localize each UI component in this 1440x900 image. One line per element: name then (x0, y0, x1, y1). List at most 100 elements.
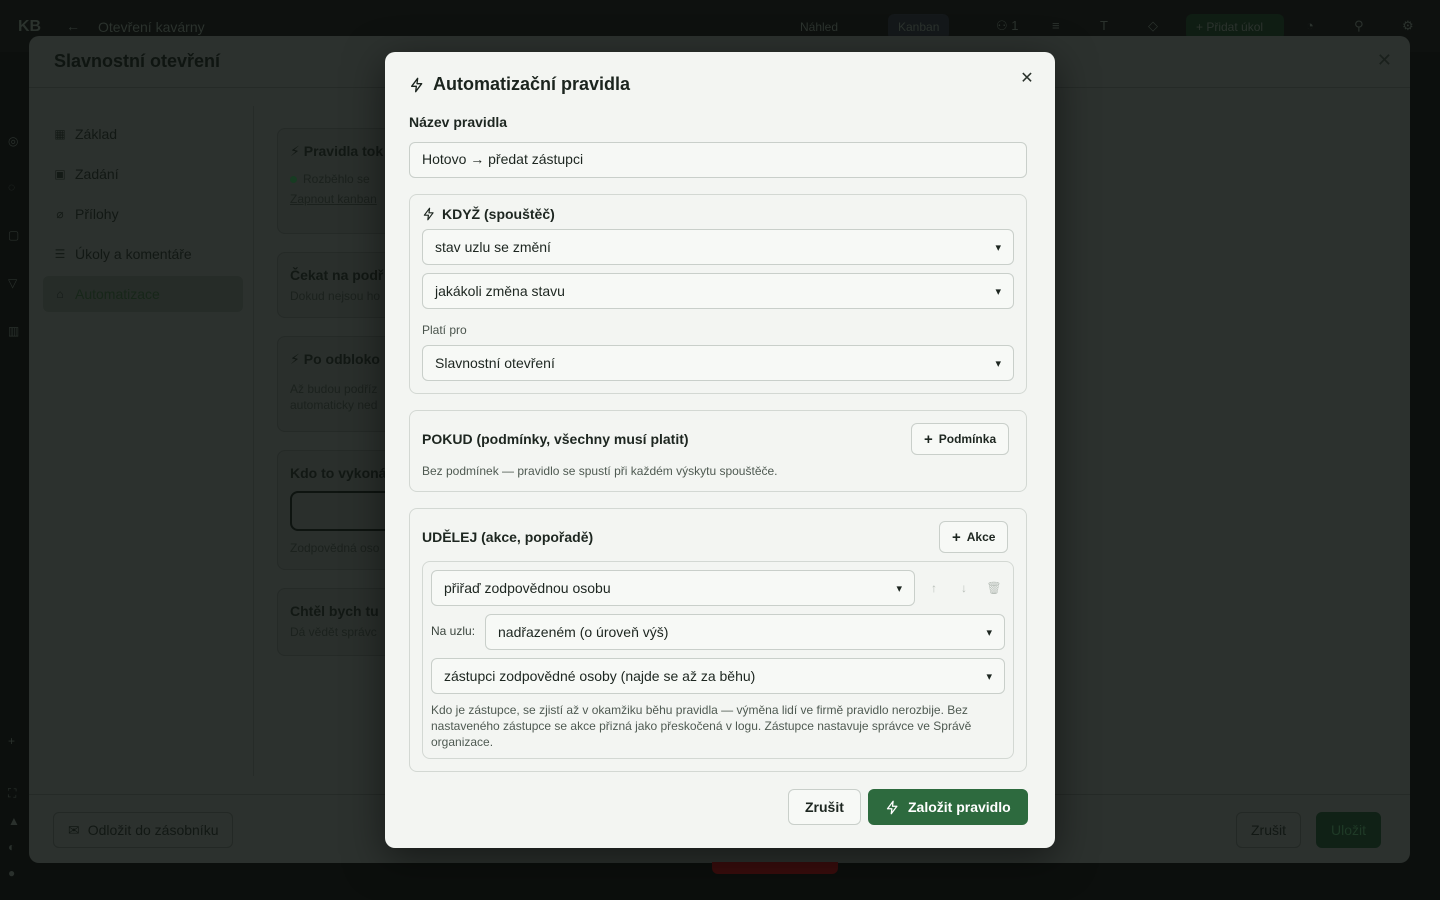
card-subtitle: automaticky ned (290, 398, 378, 412)
node-label: Na uzlu: (431, 624, 476, 638)
nav-item-automatizace[interactable]: ⌂ Automatizace (43, 276, 243, 312)
background-badge (712, 862, 838, 874)
chevron-down-icon: ▾ (995, 241, 1001, 254)
nav-item-zadani[interactable]: ▣ Zadání (43, 156, 243, 192)
applies-to-select[interactable]: Slavnostní otevření ▾ (422, 345, 1014, 381)
card-subtitle: Dá vědět správc (290, 625, 377, 639)
strip-icon-4[interactable]: ▽ (8, 276, 17, 290)
card-subtitle: Až budou podříz (290, 382, 378, 396)
cancel-button[interactable]: Zrušit (788, 789, 861, 825)
create-rule-button[interactable]: Založit pravidlo (868, 789, 1028, 825)
arrow-up-icon[interactable]: ↑ (926, 580, 942, 596)
trigger-heading: KDYŽ (spouštěč) (422, 206, 555, 222)
assignee-field[interactable] (290, 491, 396, 531)
add-action-button[interactable]: + Akce (939, 521, 1009, 553)
chevron-down-icon: ▾ (995, 357, 1001, 370)
user-icon[interactable]: ⚲ (1354, 18, 1364, 34)
card-title: Chtěl bych tu (290, 603, 379, 619)
nav-item-ukoly[interactable]: ☰ Úkoly a komentáře (43, 236, 243, 272)
actions-section: UDĚLEJ (akce, popořadě) + Akce přiřaď zo… (409, 508, 1027, 772)
arrow-down-icon[interactable]: ↓ (956, 580, 972, 596)
close-dialog-button[interactable]: ✕ (1015, 66, 1039, 90)
trash-icon[interactable]: 🗑 (986, 580, 1002, 596)
conditions-section: POKUD (podmínky, všechny musí platit) + … (409, 410, 1027, 492)
action-card: přiřaď zodpovědnou osobu ▾ ↑ ↓ 🗑 Na uzlu… (422, 561, 1014, 759)
automation-rules-dialog: Automatizační pravidla ✕ Název pravidla … (385, 52, 1055, 848)
list-icon: ☰ (54, 247, 66, 261)
node-title: Slavnostní otevření (54, 51, 221, 71)
bell-icon[interactable]: ◔ (1306, 18, 1314, 33)
strip-icon-7[interactable]: ▲ (8, 814, 20, 828)
applies-to-label: Platí pro (422, 323, 467, 337)
rule-name-input[interactable]: Hotovo → předat zástupci (409, 142, 1027, 178)
strip-icon-1[interactable]: ◎ (8, 134, 18, 148)
settings-icon[interactable]: ⚙ (1402, 18, 1414, 34)
rule-card[interactable]: ⚡ Po odbloko Až budou podříz automaticky… (277, 336, 397, 432)
nav-item-prilohy[interactable]: ⌀ Přílohy (43, 196, 243, 232)
actions-heading: UDĚLEJ (akce, popořadě) (422, 529, 594, 545)
card-title: Kdo to vykoná (290, 465, 387, 481)
chevron-down-icon: ▾ (986, 670, 992, 683)
card-status: Rozběhlo se (290, 172, 384, 186)
nav-divider (253, 106, 254, 776)
rule-card[interactable]: Chtěl bych tu Dá vědět správc (277, 588, 397, 656)
nav-item-label: Základ (75, 126, 118, 142)
strip-icon-6[interactable]: ⛶ (8, 786, 16, 801)
robot-icon: ⌂ (56, 287, 64, 301)
strip-icon-2[interactable]: ◌ (8, 180, 15, 194)
strip-icon-5[interactable]: ▥ (8, 324, 19, 338)
strip-icon-3[interactable]: ▢ (8, 228, 19, 242)
arrow-left-icon[interactable]: ← (66, 18, 80, 34)
menu-icon[interactable]: ≡ (1052, 18, 1060, 33)
lightning-icon (886, 800, 898, 814)
card-title: Čekat na podř (290, 267, 384, 283)
strip-icon-8[interactable]: ◐ (8, 840, 15, 854)
close-icon[interactable]: ✕ (1377, 50, 1392, 71)
node-nav: ▦ Základ ▣ Zadání ⌀ Přílohy ☰ Úkoly a ko… (43, 116, 243, 316)
rule-card[interactable]: Kdo to vykoná Zodpovědná oso (277, 450, 397, 570)
rule-name-label: Název pravidla (409, 114, 508, 130)
stash-button[interactable]: ✉ Odložit do zásobníku (53, 812, 234, 848)
users-icon[interactable]: ⚇ 1 (996, 18, 1019, 34)
trigger-select[interactable]: stav uzlu se změní ▾ (422, 229, 1014, 265)
card-title: ⚡ Po odbloko (290, 351, 380, 367)
project-title: Otevření kavárny (98, 19, 205, 35)
dialog-title: Automatizační pravidla (409, 74, 630, 95)
strip-plus-icon[interactable]: + (8, 734, 15, 748)
node-select[interactable]: nadřazeném (o úroveň výš) ▾ (485, 614, 1005, 650)
status-dot (290, 176, 297, 183)
text-icon[interactable]: T (1100, 18, 1108, 33)
strip-icon-9[interactable]: ● (8, 866, 15, 880)
conditions-heading: POKUD (podmínky, všechny musí platit) (422, 431, 689, 447)
nav-item-label: Zadání (75, 166, 119, 182)
chevron-down-icon: ▾ (995, 285, 1001, 298)
chevron-down-icon: ▾ (986, 626, 992, 639)
calendar-icon: ▣ (54, 167, 66, 181)
action-hint: Kdo je zástupce, se zjistí až v okamžiku… (431, 703, 972, 749)
rule-card[interactable]: ⚡ Pravidla tok Rozběhlo se Zapnout kanba… (277, 128, 397, 234)
state-change-select[interactable]: jakákoli změna stavu ▾ (422, 273, 1014, 309)
nav-item-label: Úkoly a komentáře (75, 246, 192, 262)
card-title: ⚡ Pravidla tok (290, 143, 384, 159)
app-logo[interactable]: KB (18, 18, 41, 36)
nav-item-label: Automatizace (75, 286, 160, 302)
close-icon: ✕ (1020, 70, 1034, 87)
card-link[interactable]: Zapnout kanban (290, 192, 384, 206)
target-person-select[interactable]: zástupci zodpovědné osoby (najde se až z… (431, 658, 1005, 694)
trigger-section: KDYŽ (spouštěč) stav uzlu se změní ▾ jak… (409, 194, 1027, 394)
inbox-icon: ✉ (68, 821, 80, 838)
card-subtitle: Dokud nejsou ho (290, 289, 381, 303)
grid-icon: ▦ (54, 127, 66, 141)
action-type-select[interactable]: přiřaď zodpovědnou osobu ▾ (431, 570, 915, 606)
nav-item-zaklad[interactable]: ▦ Základ (43, 116, 243, 152)
shield-icon[interactable]: ◇ (1148, 18, 1158, 34)
add-condition-button[interactable]: + Podmínka (911, 423, 1010, 455)
plus-icon: + (924, 430, 933, 448)
cancel-button[interactable]: Zrušit (1236, 812, 1301, 848)
card-subtitle: Zodpovědná oso (290, 541, 380, 555)
rule-card[interactable]: Čekat na podř Dokud nejsou ho (277, 252, 397, 318)
paperclip-icon: ⌀ (56, 207, 64, 221)
conditions-hint: Bez podmínek — pravidlo se spustí při ka… (422, 464, 778, 478)
nav-item-label: Přílohy (75, 206, 119, 222)
save-button[interactable]: Uložit (1316, 812, 1382, 848)
